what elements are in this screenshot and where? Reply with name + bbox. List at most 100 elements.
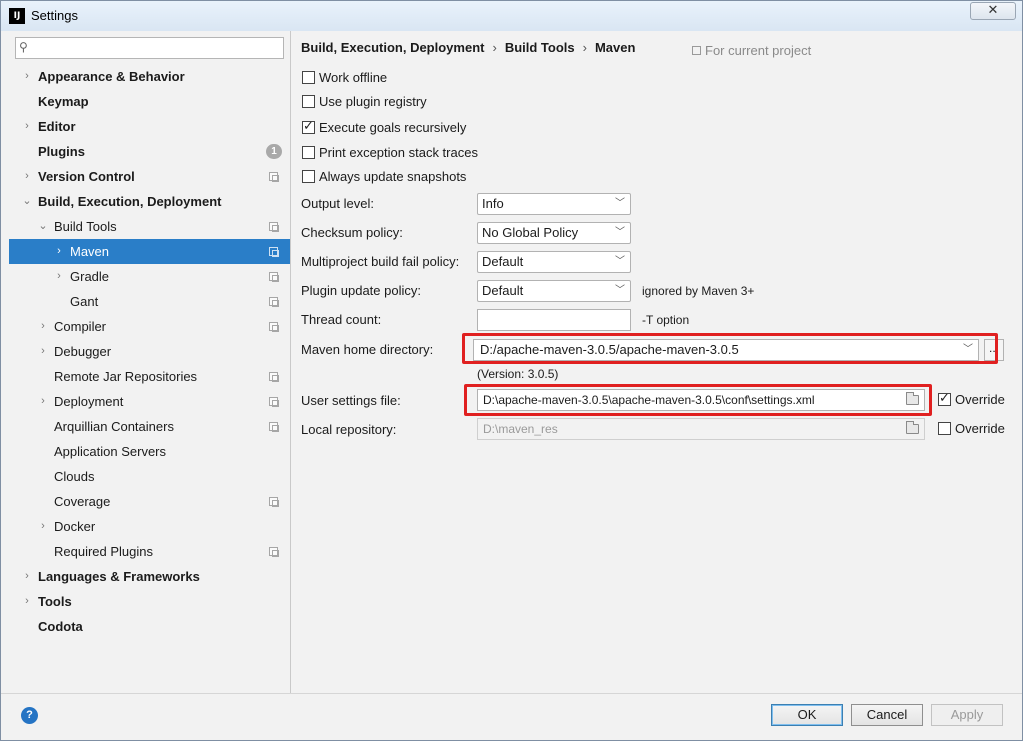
execute-recursively-checkbox[interactable]: Execute goals recursively — [302, 119, 466, 138]
checksum-policy-select[interactable]: No Global Policy ﹀ — [477, 222, 631, 244]
sidebar-item-plugins[interactable]: Plugins 1 — [9, 139, 290, 164]
project-scope-icon — [269, 272, 279, 282]
user-settings-override-checkbox[interactable]: Override — [938, 391, 1005, 407]
sidebar-item-deployment[interactable]: › Deployment — [9, 389, 290, 414]
sidebar-item-label: Gradle — [70, 269, 110, 284]
project-scope-icon — [269, 547, 279, 557]
chevron-right-icon[interactable]: › — [37, 339, 49, 364]
thread-count-input[interactable] — [477, 309, 631, 331]
plugin-registry-checkbox[interactable]: Use plugin registry — [302, 94, 427, 112]
ok-button[interactable]: OK — [771, 704, 843, 726]
cancel-button[interactable]: Cancel — [851, 704, 923, 726]
update-snapshots-checkbox[interactable]: Always update snapshots — [302, 169, 466, 187]
chevron-right-icon[interactable]: › — [21, 64, 33, 89]
chevron-right-icon[interactable]: › — [21, 589, 33, 614]
local-repository-label: Local repository: — [301, 422, 397, 437]
close-window-button[interactable]: ✕ — [970, 2, 1016, 20]
sidebar-item-arquillian-containers[interactable]: Arquillian Containers — [9, 414, 290, 439]
chevron-right-icon[interactable]: › — [21, 114, 33, 139]
intellij-app-icon: IJ — [9, 8, 25, 24]
settings-search-input[interactable] — [36, 40, 276, 57]
chevron-right-icon[interactable]: › — [53, 264, 65, 289]
maven-version-label: (Version: 3.0.5) — [477, 367, 559, 381]
local-repository-override-label: Override — [955, 421, 1005, 436]
sidebar-item-languages-frameworks[interactable]: › Languages & Frameworks — [9, 564, 290, 589]
sidebar-item-docker[interactable]: › Docker — [9, 514, 290, 539]
checksum-policy-label: Checksum policy: — [301, 225, 403, 240]
sidebar-item-label: Keymap — [38, 94, 89, 109]
multiproject-fail-policy-value: Default — [482, 254, 524, 269]
sidebar-item-debugger[interactable]: › Debugger — [9, 339, 290, 364]
plugin-update-policy-select[interactable]: Default ﹀ — [477, 280, 631, 302]
settings-window: IJ Settings ✕ ⚲ › Appearance & Behavior Ke… — [0, 0, 1023, 741]
output-level-select[interactable]: Info ﹀ — [477, 193, 631, 215]
chevron-right-icon[interactable]: › — [21, 564, 33, 589]
user-settings-override-label: Override — [955, 392, 1005, 407]
sidebar-item-label: Docker — [54, 519, 96, 534]
chevron-right-icon[interactable]: › — [53, 239, 65, 264]
dialog-button-bar: ? OK Cancel Apply — [1, 693, 1022, 740]
apply-button[interactable]: Apply — [931, 704, 1003, 726]
sidebar-item-editor[interactable]: › Editor — [9, 114, 290, 139]
plugin-registry-box[interactable] — [302, 95, 315, 108]
work-offline-checkbox[interactable]: Work offline — [302, 70, 387, 88]
local-repository-override-box[interactable] — [938, 422, 951, 435]
print-stack-traces-box[interactable] — [302, 146, 315, 159]
sidebar-item-appearance-behavior[interactable]: › Appearance & Behavior — [9, 64, 290, 89]
sidebar-item-clouds[interactable]: Clouds — [9, 464, 290, 489]
sidebar-item-remote-jar-repositories[interactable]: Remote Jar Repositories — [9, 364, 290, 389]
scope-text: For current project — [705, 43, 812, 58]
chevron-right-icon[interactable]: › — [37, 389, 49, 414]
project-scope-icon — [692, 46, 701, 55]
search-icon: ⚲ — [19, 40, 28, 54]
breadcrumb-separator: › — [582, 40, 587, 55]
user-settings-override-box[interactable] — [938, 391, 951, 406]
sidebar-item-label: Codota — [38, 619, 83, 634]
update-snapshots-box[interactable] — [302, 170, 315, 183]
multiproject-fail-policy-select[interactable]: Default ﹀ — [477, 251, 631, 273]
sidebar-item-compiler[interactable]: › Compiler — [9, 314, 290, 339]
print-stack-traces-label: Print exception stack traces — [319, 145, 478, 160]
sidebar-item-application-servers[interactable]: Application Servers — [9, 439, 290, 464]
sidebar-item-label: Debugger — [54, 344, 112, 359]
sidebar-item-coverage[interactable]: Coverage — [9, 489, 290, 514]
chevron-down-icon: ﹀ — [615, 285, 625, 296]
local-repository-override-checkbox[interactable]: Override — [938, 421, 1005, 436]
sidebar-item-label: Editor — [38, 119, 76, 134]
chevron-down-icon: ﹀ — [615, 256, 625, 267]
work-offline-box[interactable] — [302, 71, 315, 84]
thread-count-label: Thread count: — [301, 312, 382, 327]
project-scope-label: For current project — [692, 43, 811, 58]
project-scope-icon — [269, 372, 279, 382]
sidebar-item-codota[interactable]: Codota — [9, 614, 290, 639]
chevron-right-icon[interactable]: › — [37, 314, 49, 339]
folder-icon — [906, 421, 919, 434]
sidebar-item-tools[interactable]: › Tools — [9, 589, 290, 614]
sidebar-item-build-execution-deployment[interactable]: ⌄ Build, Execution, Deployment — [9, 189, 290, 214]
chevron-right-icon[interactable]: › — [21, 164, 33, 189]
chevron-down-icon[interactable]: ⌄ — [37, 214, 49, 239]
sidebar-item-gradle[interactable]: › Gradle — [9, 264, 290, 289]
sidebar-item-label: Tools — [38, 594, 72, 609]
settings-search-box[interactable]: ⚲ — [15, 37, 284, 59]
multiproject-fail-policy-label: Multiproject build fail policy: — [301, 254, 460, 269]
execute-recursively-box[interactable] — [302, 119, 315, 134]
sidebar-item-maven[interactable]: › Maven — [9, 239, 290, 264]
sidebar-item-keymap[interactable]: Keymap — [9, 89, 290, 114]
print-stack-traces-checkbox[interactable]: Print exception stack traces — [302, 145, 478, 163]
chevron-right-icon[interactable]: › — [37, 514, 49, 539]
sidebar-item-required-plugins[interactable]: Required Plugins — [9, 539, 290, 564]
plugin-update-policy-label: Plugin update policy: — [301, 283, 421, 298]
sidebar-item-label: Maven — [70, 244, 110, 259]
checksum-policy-value: No Global Policy — [482, 225, 579, 240]
sidebar-item-gant[interactable]: Gant — [9, 289, 290, 314]
highlight-box-maven-home — [462, 333, 998, 364]
chevron-down-icon: ﹀ — [615, 227, 625, 238]
help-icon[interactable]: ? — [21, 707, 38, 724]
sidebar-item-build-tools[interactable]: ⌄ Build Tools — [9, 214, 290, 239]
sidebar-item-label: Required Plugins — [54, 544, 154, 559]
sidebar-item-label: Languages & Frameworks — [38, 569, 200, 584]
chevron-down-icon[interactable]: ⌄ — [21, 189, 33, 214]
sidebar-item-version-control[interactable]: › Version Control — [9, 164, 290, 189]
breadcrumb: Build, Execution, Deployment › Build Tools… — [301, 40, 635, 55]
